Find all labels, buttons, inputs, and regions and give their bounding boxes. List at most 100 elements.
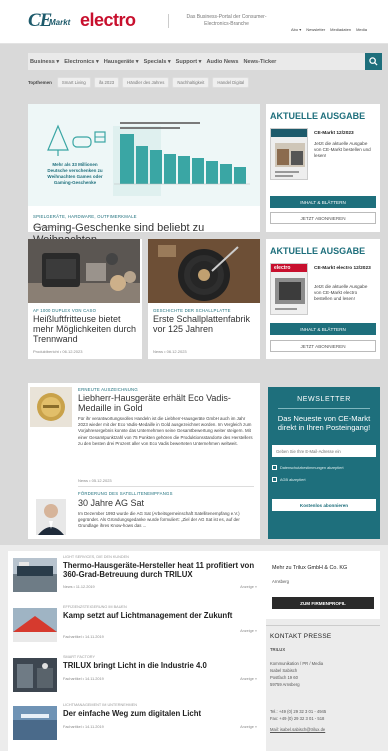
toplink-media[interactable]: Media [356, 27, 367, 32]
current-issue-box: AKTUELLE AUSGABE CE-Markt 12/2023 Jetzt … [266, 104, 380, 232]
list-item-image [13, 658, 57, 692]
list-item-ad-label: Anzeige » [240, 677, 257, 681]
list-item-title[interactable]: TRILUX bringt Licht in die Industrie 4.0 [63, 661, 263, 670]
newsletter-email-input[interactable] [272, 445, 376, 457]
list-item-meta: Fachartikel • 14.11.2019 [63, 725, 104, 729]
topthemen-chip-haendler[interactable]: Händler des Jahres [122, 76, 170, 88]
toplink-newsletter[interactable]: Newsletter [306, 27, 325, 32]
fryer-kicker: AF 1000 Duplex von Caso [33, 308, 97, 313]
toplink-mediadaten[interactable]: Mediadaten [330, 27, 351, 32]
list-item-title[interactable]: Kamp setzt auf Lichtmanagement der Zukun… [63, 611, 263, 620]
issue-electro-heading: CE-Markt electro 12/2023 [314, 266, 371, 271]
topthemen-chip-nachhaltigkeit[interactable]: Nachhaltigkeit [172, 76, 210, 88]
issue-electro-description: Jetzt die aktuelle Ausgabe von CE-Markt … [314, 284, 368, 301]
search-button[interactable] [365, 53, 382, 70]
ag-text: Im Dezember 1993 wurde die AG Sat (Arbei… [78, 511, 240, 529]
newsletter-checkbox-privacy[interactable]: Datenschutzbestimmungen akzeptiert [272, 465, 344, 470]
ecovadis-medal-image [30, 387, 72, 427]
issue-description: Jetzt die aktuelle Ausgabe von CE-Markt … [314, 141, 371, 158]
press-contact-tel: Tel.: +49 (0) 29 32 3 01 - 4945 [270, 709, 327, 714]
press-contact-line-2: Isabel Sabisch [270, 668, 298, 673]
logo-ce: CE [28, 10, 52, 31]
browse-issue-electro-button[interactable]: Inhalt & Blättern [270, 323, 376, 335]
newsletter-subscribe-button[interactable]: Kostenlos abonnieren [272, 499, 376, 511]
list-item-kicker: Light Services, die den Kunden [63, 555, 129, 559]
topthemen-chip-ifa[interactable]: ifa 2023 [93, 76, 120, 88]
page: CE Markt electro Das Business-Portal der… [0, 0, 388, 751]
list-item-kicker: Effizienzsteigerung im Bauen [63, 605, 127, 609]
newsletter-checkbox-agb[interactable]: AGB akzeptiert [272, 477, 306, 482]
subscribe-electro-button[interactable]: Jetzt abonnieren [270, 340, 376, 352]
fryer-title[interactable]: Heißluftfritteuse bietet mehr Möglichkei… [33, 314, 139, 344]
company-profile-location: Arnsberg [272, 579, 289, 584]
record-kicker: Geschichte der Schallplatte [153, 308, 231, 313]
checkbox-privacy-label: Datenschutzbestimmungen akzeptiert [280, 465, 344, 470]
toplink-abo[interactable]: Abo ▾ [291, 27, 301, 32]
list-item-meta: Fachartikel • 14.11.2019 [63, 635, 104, 639]
newsletter-text: Das Neueste von CE-Markt direkt in Ihren… [277, 414, 371, 432]
nav-item-hausgeraete[interactable]: Hausgeräte ▾ [104, 59, 139, 65]
site-tagline: Das Business-Portal der Consumer-Electro… [168, 14, 278, 28]
nav-item-electronics[interactable]: Electronics ▾ [64, 59, 99, 65]
partner-section: Light Services, die den Kunden Thermo-Ha… [0, 545, 388, 751]
issue-electro-cover-image[interactable]: electro [270, 263, 308, 315]
issue-heading: CE-Markt 12/2023 [314, 131, 354, 136]
subscribe-button[interactable]: Jetzt abonnieren [270, 212, 376, 224]
fryer-image [28, 239, 140, 303]
topthemen-bar: Topthemen Smart Living ifa 2023 Händler … [28, 76, 250, 88]
topthemen-chip-smart-living[interactable]: Smart Living [56, 76, 91, 88]
issue-electro-cover-label: electro [274, 265, 291, 271]
press-contact-title: KONTAKT PRESSE [270, 633, 332, 640]
company-profile-button[interactable]: ZUM FIRMENPROFIL [272, 597, 374, 609]
liebherr-meta: News • 05.12.2023 [78, 478, 112, 483]
list-item[interactable]: Light Services, die den Kunden Thermo-Ha… [13, 555, 261, 601]
logo-electro: electro [80, 10, 136, 30]
hero-infographic: Mehr als 33 Millionen Deutsche verschenk… [28, 104, 260, 206]
list-item-meta: Fachartikel • 14.11.2019 [63, 677, 104, 681]
list-item-title[interactable]: Der einfache Weg zum digitalen Licht [63, 709, 263, 718]
ag-kicker: Förderung des Satellitenempfangs [78, 491, 173, 496]
current-issue-electro-box: AKTUELLE AUSGABE electro CE-Markt electr… [266, 239, 380, 359]
site-logo[interactable]: CE Markt electro [28, 10, 158, 32]
press-contact-line-3: Postfach 19 60 [270, 675, 298, 680]
list-item-image [13, 608, 57, 642]
checkbox-privacy[interactable] [272, 465, 277, 470]
checkbox-agb[interactable] [272, 477, 277, 482]
list-item-image [13, 706, 57, 740]
nav-item-audio-news[interactable]: Audio News [206, 59, 238, 65]
liebherr-title[interactable]: Liebherr-Hausgeräte erhält Eco Vadis-Med… [78, 393, 248, 413]
search-icon [369, 57, 378, 66]
article-card-fryer[interactable]: AF 1000 Duplex von Caso Heißluftfritteus… [28, 239, 142, 359]
list-item-ad-label: Anzeige » [240, 585, 257, 589]
list-item-title[interactable]: Thermo-Hausgeräte-Hersteller heat 11 pro… [63, 561, 263, 579]
company-profile-box: Mehr zu Trilux GmbH & Co. KG Arnsberg ZU… [266, 551, 380, 619]
record-title[interactable]: Erste Schallplattenfabrik vor 125 Jahren [153, 314, 259, 334]
current-issue-electro-title: AKTUELLE AUSGABE [270, 246, 366, 256]
browse-issue-button[interactable]: Inhalt & Blättern [270, 196, 376, 208]
gaming-infographic-image [28, 104, 260, 206]
topthemen-chip-handel-digital[interactable]: Handel Digital [212, 76, 250, 88]
list-item[interactable]: Lichtmanagement im Unternehmen Der einfa… [13, 703, 261, 749]
checkbox-agb-label: AGB akzeptiert [280, 477, 306, 482]
portrait-image [36, 499, 66, 535]
article-card-record[interactable]: Geschichte der Schallplatte Erste Schall… [148, 239, 260, 359]
nav-item-specials[interactable]: Specials ▾ [144, 59, 171, 65]
issue-cover-image[interactable] [270, 128, 308, 180]
nav-item-news-ticker[interactable]: News-Ticker [244, 59, 277, 65]
nav-item-support[interactable]: Support ▾ [176, 59, 202, 65]
liebherr-text: Für ihr verantwortungsvolles Handeln ist… [78, 416, 253, 446]
press-contact-mail[interactable]: Mail: isabel.sabisch@trilux.de [270, 727, 325, 733]
list-item[interactable]: Effizienzsteigerung im Bauen Kamp setzt … [13, 605, 261, 651]
list-item-meta: News • 11.12.2019 [63, 585, 95, 589]
record-meta: News • 06.12.2023 [153, 349, 187, 354]
site-header: CE Markt electro Das Business-Portal der… [0, 0, 388, 44]
current-issue-title: AKTUELLE AUSGABE [270, 111, 366, 121]
list-item-ad-label: Anzeige » [240, 629, 257, 633]
press-contact-fax: Fax: +49 (0) 29 32 3 01 - 518 [270, 716, 325, 721]
hero-article[interactable]: Mehr als 33 Millionen Deutsche verschenk… [28, 104, 260, 246]
ag-title[interactable]: 30 Jahre AG Sat [78, 498, 248, 508]
press-contact-box: KONTAKT PRESSE TRILUX Kommunikation / PR… [266, 625, 380, 751]
topthemen-label: Topthemen [28, 79, 52, 85]
nav-item-business[interactable]: Business ▾ [30, 59, 59, 65]
list-item[interactable]: Smart Factory TRILUX bringt Licht in die… [13, 655, 261, 701]
